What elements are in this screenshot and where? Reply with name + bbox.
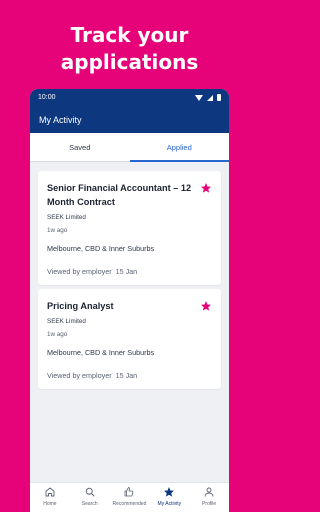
job-age: 1w ago [47, 331, 68, 338]
battery-icon [217, 94, 221, 101]
app-bar: My Activity [30, 106, 229, 133]
headline-line-2: applications [60, 50, 199, 74]
viewed-date: 15 Jan [115, 371, 138, 380]
status-icons [195, 94, 221, 101]
status-bar: 10:00 [30, 89, 229, 106]
nav-recommended[interactable]: Recommended [110, 483, 150, 512]
nav-label: Search [81, 501, 98, 507]
job-age: 1w ago [47, 227, 68, 234]
bottom-navigation: Home Search Recommended My Activity Prof… [30, 482, 229, 512]
job-card[interactable]: Senior Financial Accountant – 12 Month C… [38, 171, 221, 285]
job-company: SEEK Limited [47, 318, 86, 325]
star-icon [164, 487, 175, 497]
status-time: 10:00 [38, 94, 56, 101]
viewed-label: Viewed by employer [47, 267, 112, 276]
nav-profile[interactable]: Profile [189, 483, 229, 512]
home-icon [45, 487, 55, 497]
star-icon[interactable] [200, 182, 212, 194]
phone-screen: 10:00 My Activity Saved Applied Senior F… [30, 89, 229, 512]
job-title[interactable]: Pricing Analyst [47, 299, 197, 313]
thumbs-up-icon [125, 487, 134, 497]
nav-label: Recommended [112, 501, 147, 507]
job-location: Melbourne, CBD & Inner Suburbs [47, 244, 155, 253]
cell-signal-icon [207, 94, 213, 101]
star-icon[interactable] [200, 300, 212, 312]
job-title[interactable]: Senior Financial Accountant – 12 Month C… [47, 181, 197, 209]
wifi-icon [195, 94, 203, 101]
job-company: SEEK Limited [47, 214, 86, 221]
nav-label: Home [43, 501, 57, 507]
viewed-status: Viewed by employer 15 Jan [47, 371, 212, 380]
headline-line-1: Track your [70, 23, 189, 47]
nav-search[interactable]: Search [70, 483, 110, 512]
nav-label: My Activity [157, 501, 182, 507]
viewed-status: Viewed by employer 15 Jan [47, 267, 212, 276]
page-title: My Activity [39, 114, 82, 125]
job-card[interactable]: Pricing Analyst SEEK Limited 1w ago Melb… [38, 289, 221, 389]
viewed-label: Viewed by employer [47, 371, 112, 380]
nav-label: Profile [201, 501, 217, 507]
job-location: Melbourne, CBD & Inner Suburbs [47, 348, 155, 357]
search-icon [85, 487, 95, 497]
tab-applied[interactable]: Applied [129, 133, 230, 162]
nav-my-activity[interactable]: My Activity [149, 483, 189, 512]
tab-saved[interactable]: Saved [30, 133, 130, 161]
activity-tabs: Saved Applied [30, 133, 229, 162]
nav-home[interactable]: Home [30, 483, 70, 512]
promo-headline: Track your applications [0, 22, 259, 76]
viewed-date: 15 Jan [115, 267, 138, 276]
profile-icon [204, 487, 214, 497]
